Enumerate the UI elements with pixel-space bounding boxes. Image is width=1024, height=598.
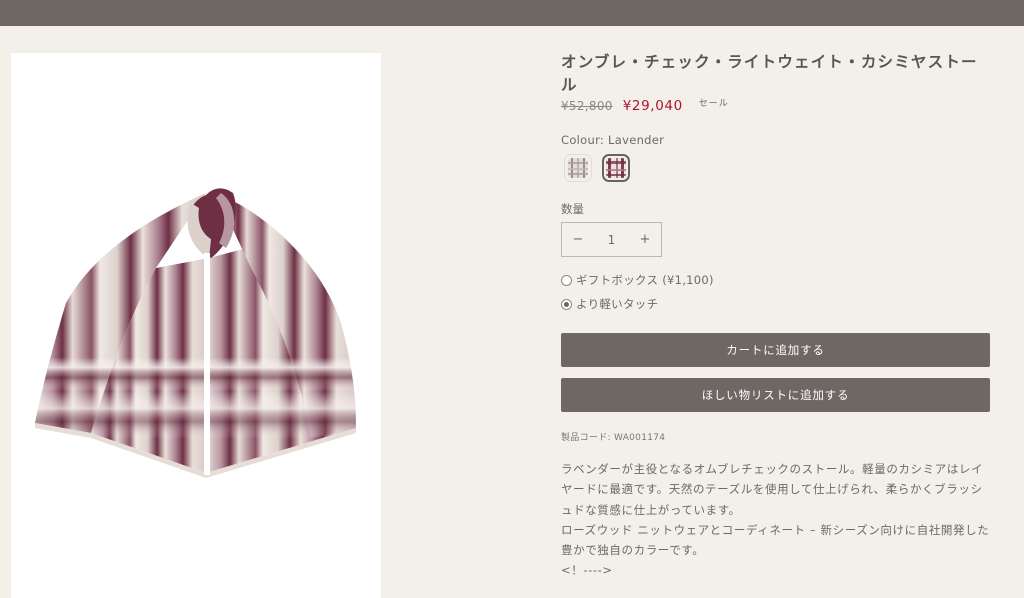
original-price: ¥52,800: [561, 99, 613, 113]
add-to-cart-button[interactable]: カートに追加する: [561, 333, 990, 367]
price-row: ¥52,800 ¥29,040 セール: [561, 98, 991, 118]
gray-check-pattern-icon: [568, 158, 588, 178]
gift-box-label: ギフトボックス (¥1,100): [576, 273, 714, 287]
gift-box-radio[interactable]: [561, 274, 572, 286]
add-to-wishlist-button[interactable]: ほしい物リストに追加する: [561, 378, 990, 412]
lighter-touch-label: より軽いタッチ: [576, 297, 659, 311]
option-gift-box[interactable]: ギフトボックス (¥1,100): [561, 272, 714, 288]
product-title: オンブレ・チェック・ライトウェイト・カシミヤストール: [561, 52, 978, 94]
minus-icon[interactable]: −: [562, 232, 594, 247]
description-comment-text: <！---->: [561, 563, 613, 578]
product-image-panel[interactable]: [11, 53, 381, 598]
quantity-label: 数量: [561, 202, 584, 216]
lighter-touch-radio[interactable]: [561, 298, 572, 310]
lavender-check-pattern-icon: [606, 158, 626, 178]
sale-price: ¥29,040: [622, 98, 683, 114]
product-info: オンブレ・チェック・ライトウェイト・カシミヤストール ¥52,800 ¥29,0…: [561, 50, 991, 577]
colour-label: Colour: Lavender: [561, 133, 665, 147]
scarf-image: [35, 188, 356, 478]
description-paragraph-2: ローズウッド ニットウェアとコーディネート – 新シーズン向けに自社開発した豊か…: [561, 522, 990, 558]
swatch-gray-check[interactable]: [564, 154, 592, 182]
swatch-lavender[interactable]: [602, 154, 630, 182]
product-description: ラベンダーが主役となるオムブレチェックのストール。軽量のカシミアはレイヤードに最…: [561, 459, 993, 581]
sale-badge: セール: [698, 99, 729, 109]
description-paragraph-1: ラベンダーが主役となるオムブレチェックのストール。軽量のカシミアはレイヤードに最…: [561, 462, 984, 517]
product-code: 製品コード: WA001174: [561, 433, 666, 443]
plus-icon[interactable]: +: [629, 232, 661, 247]
top-bar: [0, 0, 1024, 26]
quantity-stepper: − 1 +: [561, 222, 662, 257]
option-lighter-touch[interactable]: より軽いタッチ: [561, 296, 658, 312]
quantity-input[interactable]: 1: [594, 233, 629, 247]
